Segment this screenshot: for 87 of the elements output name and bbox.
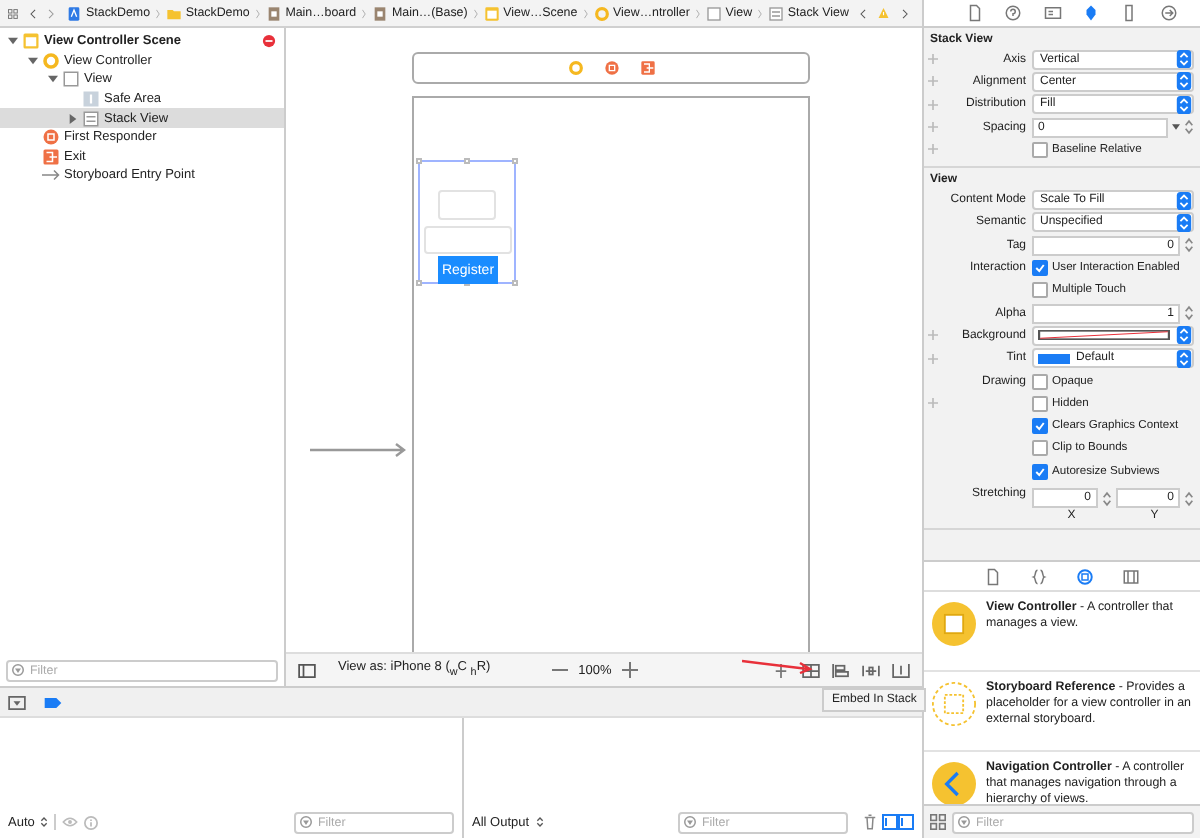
- controller-icon: [932, 602, 976, 646]
- app-document-icon: [66, 5, 83, 21]
- exit-icon: [42, 147, 60, 166]
- up-down-chevron-icon: [1176, 213, 1192, 232]
- checkbox[interactable]: [1032, 418, 1048, 435]
- entry-arrow-icon: [310, 442, 410, 458]
- disclosure-triangle-icon[interactable]: [68, 113, 78, 124]
- up-down-chevron-icon: [1176, 349, 1192, 368]
- up-down-chevron-icon: [1176, 191, 1192, 210]
- pointer-arrow-icon: [742, 658, 818, 674]
- braces-icon[interactable]: [1030, 567, 1048, 585]
- empty-color-well-icon: [1038, 330, 1170, 341]
- chevron-right-icon: [695, 5, 700, 21]
- filter-icon: [12, 664, 24, 676]
- ring-icon: [42, 51, 60, 70]
- film-icon[interactable]: [1122, 567, 1140, 585]
- zoom-in-icon[interactable]: [621, 662, 638, 678]
- chevron-right-icon: [473, 5, 478, 21]
- checkbox[interactable]: [1032, 440, 1048, 457]
- up-down-chevron-icon: [1176, 50, 1192, 69]
- checkbox[interactable]: [1032, 141, 1048, 158]
- breakpoint-icon[interactable]: [44, 697, 62, 707]
- disclosure-triangle-icon[interactable]: [48, 74, 58, 85]
- pin-icon[interactable]: [862, 663, 880, 677]
- object-icon[interactable]: [1076, 567, 1094, 585]
- up-down-chevron-icon: [1176, 72, 1192, 91]
- id-card-icon[interactable]: [1043, 4, 1062, 22]
- resolve-issues-icon[interactable]: [892, 663, 910, 677]
- hide-debug-area-icon[interactable]: [8, 695, 26, 709]
- checkbox[interactable]: [1032, 282, 1048, 299]
- checkbox[interactable]: [1032, 260, 1048, 277]
- forward-icon[interactable]: [902, 5, 909, 21]
- embed-in-stack-icon[interactable]: [802, 663, 820, 677]
- stepper-icon[interactable]: [1184, 304, 1194, 323]
- checkbox[interactable]: [1032, 395, 1048, 412]
- grid-icon[interactable]: [930, 814, 946, 830]
- text-field[interactable]: [424, 226, 512, 254]
- trash-icon[interactable]: [864, 814, 876, 830]
- scene-icon: [483, 5, 500, 21]
- up-down-chevron-icon[interactable]: [535, 816, 544, 828]
- square-outline-icon: [705, 5, 722, 21]
- up-down-chevron-icon: [1176, 326, 1192, 345]
- checkbox[interactable]: [1032, 463, 1048, 480]
- back-icon[interactable]: [29, 5, 36, 21]
- stepper-icon[interactable]: [1101, 489, 1111, 508]
- stack-lines-icon: [82, 109, 100, 128]
- exit-icon[interactable]: [639, 60, 655, 76]
- split-view-icon[interactable]: [882, 814, 914, 830]
- filter-icon: [958, 816, 970, 828]
- stack-lines-icon: [767, 5, 784, 21]
- disclosure-triangle-icon[interactable]: [28, 55, 38, 66]
- square-outline-icon: [62, 70, 80, 89]
- up-down-chevron-icon: [1176, 95, 1192, 114]
- sidebar-toggle-icon[interactable]: [298, 663, 316, 677]
- align-icon[interactable]: [832, 663, 850, 677]
- document-icon[interactable]: [984, 567, 1002, 585]
- stepper-icon[interactable]: [1184, 489, 1194, 508]
- up-down-chevron-icon[interactable]: [40, 816, 49, 828]
- chevron-right-icon: [255, 5, 260, 21]
- ruler-icon[interactable]: [1120, 4, 1139, 22]
- checkbox[interactable]: [1032, 373, 1048, 389]
- disclosure-triangle-icon[interactable]: [8, 36, 18, 47]
- color-popup[interactable]: [1032, 325, 1194, 346]
- attributes-icon[interactable]: [1082, 4, 1101, 22]
- stepper-icon[interactable]: [1184, 236, 1194, 255]
- caret-icon[interactable]: [1172, 124, 1180, 131]
- back-icon[interactable]: [860, 5, 867, 21]
- stepper-icon[interactable]: [1184, 118, 1194, 137]
- chevron-right-icon: [583, 5, 588, 21]
- forward-icon[interactable]: [47, 5, 55, 21]
- filter-icon: [300, 816, 312, 828]
- help-icon[interactable]: [1004, 4, 1023, 22]
- ring-icon: [593, 5, 610, 21]
- arrow-circle-icon[interactable]: [1159, 4, 1178, 22]
- cube-icon[interactable]: [603, 60, 619, 76]
- arrow-icon: [42, 166, 60, 185]
- text-field[interactable]: [438, 190, 496, 220]
- filter-icon: [684, 816, 696, 828]
- update-frames-icon[interactable]: [772, 663, 790, 677]
- cube-icon: [42, 128, 60, 147]
- scene-icon: [22, 32, 40, 51]
- document-icon[interactable]: [966, 4, 985, 22]
- document-icon: [265, 5, 282, 21]
- document-icon: [371, 5, 388, 21]
- grid-icon[interactable]: [8, 5, 18, 21]
- safe-area-icon: [82, 90, 100, 109]
- folder-icon: [165, 5, 182, 21]
